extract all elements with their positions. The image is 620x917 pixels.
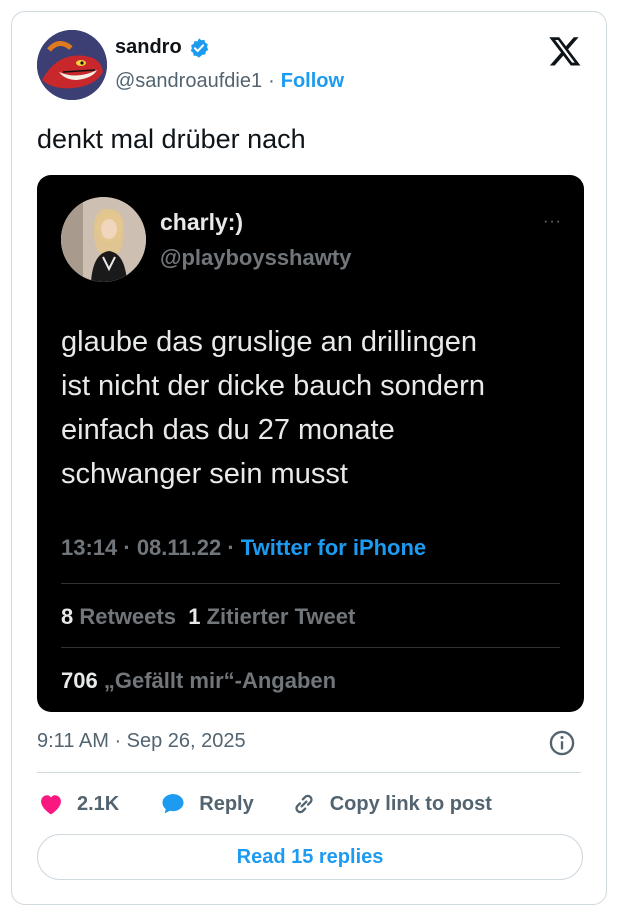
embedded-time: 13:14 · 08.11.22 ·	[61, 535, 241, 560]
copy-link-button[interactable]: Copy link to post	[290, 790, 492, 818]
embedded-avatar	[61, 197, 146, 282]
embedded-source: Twitter for iPhone	[240, 535, 427, 560]
embedded-text-line: einfach das du 27 monate	[61, 414, 395, 446]
post-timestamp[interactable]: 9:11 AM · Sep 26, 2025	[37, 730, 246, 753]
divider	[37, 772, 581, 773]
like-count: 2.1K	[77, 792, 120, 815]
more-options-icon: ···	[543, 213, 562, 230]
heart-icon	[41, 795, 61, 815]
embedded-text-line: schwanger sein musst	[61, 458, 348, 490]
author-name[interactable]: sandro	[115, 36, 182, 59]
quotes-label: Zitierter Tweet	[206, 604, 356, 629]
likes-count: 706	[61, 668, 98, 693]
embedded-post-text: glaube das gruslige an drillingen ist ni…	[61, 320, 571, 496]
post-text: denkt mal drüber nach	[37, 124, 306, 154]
embedded-author-handle: @playboysshawty	[160, 245, 352, 270]
embedded-meta: 13:14 · 08.11.22 · Twitter for iPhone	[61, 535, 426, 561]
embedded-divider	[61, 647, 560, 648]
person-photo-icon	[61, 197, 146, 282]
dragon-avatar-icon	[37, 30, 107, 100]
like-button[interactable]: 2.1K	[37, 790, 119, 818]
info-icon[interactable]	[548, 729, 576, 757]
embedded-stats: 8 Retweets 1 Zitierter Tweet	[61, 604, 355, 630]
embedded-post-card: sandro @sandroaufdie1 · Follow denkt mal…	[11, 11, 607, 905]
verified-badge-icon	[190, 37, 208, 58]
separator-dot: ·	[268, 70, 275, 92]
quotes-count: 1	[188, 604, 201, 629]
embedded-text-line: glaube das gruslige an drillingen	[61, 326, 477, 358]
retweets-label: Retweets	[79, 604, 176, 629]
link-icon	[295, 794, 313, 814]
author-handle-row: @sandroaufdie1 · Follow	[115, 70, 344, 93]
embedded-screenshot: charly:) @playboysshawty ··· glaube das …	[37, 175, 584, 712]
reply-label: Reply	[199, 792, 254, 815]
reply-button[interactable]: Reply	[159, 790, 254, 818]
embedded-text-line: ist nicht der dicke bauch sondern	[61, 370, 485, 402]
likes-label: „Gefällt mir“-Angaben	[103, 668, 337, 693]
embedded-likes: 706 „Gefällt mir“-Angaben	[61, 668, 336, 694]
copy-link-label: Copy link to post	[329, 792, 492, 815]
author-handle[interactable]: @sandroaufdie1	[115, 70, 262, 93]
retweets-count: 8	[61, 604, 74, 629]
speech-bubble-icon	[162, 794, 184, 814]
follow-button[interactable]: Follow	[281, 70, 344, 93]
embedded-author-name: charly:)	[160, 209, 244, 235]
x-logo-icon[interactable]	[548, 34, 582, 68]
author-name-row: sandro	[115, 36, 210, 59]
action-bar: 2.1K Reply Copy link to post	[37, 789, 492, 819]
read-replies-button[interactable]: Read 15 replies	[37, 834, 583, 880]
author-avatar[interactable]	[37, 30, 107, 100]
embedded-divider	[61, 583, 560, 584]
